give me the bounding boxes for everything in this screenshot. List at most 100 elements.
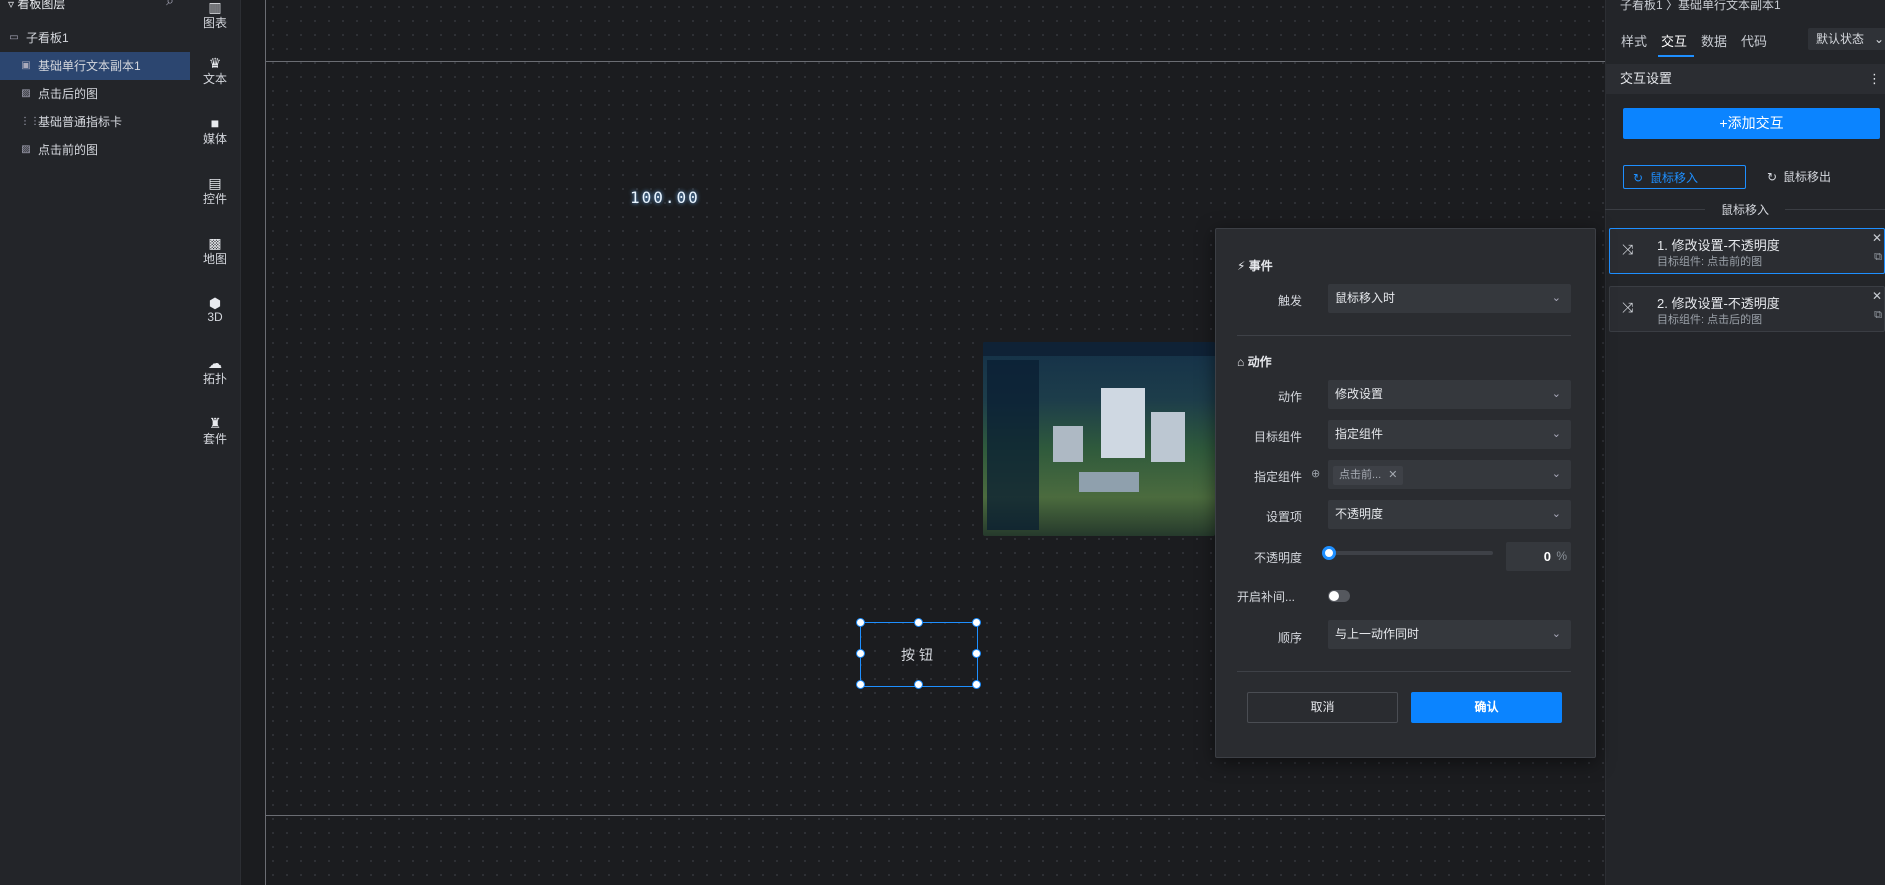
trigger-select[interactable]: 鼠标移入时 ⌄ [1328, 284, 1571, 313]
tween-label: 开启补间... [1237, 590, 1296, 604]
image-building [1079, 472, 1139, 492]
trigger-label: 触发 [1277, 294, 1302, 308]
chevron-down-icon: ⌄ [1551, 508, 1561, 520]
tab-code[interactable]: 代码 [1741, 31, 1767, 50]
control-icon: ▤ [208, 175, 222, 191]
copy-icon[interactable]: ⧉ [1874, 309, 1882, 322]
component-map[interactable]: ▩ 地图 [190, 236, 240, 267]
opacity-slider-handle[interactable] [1322, 546, 1336, 560]
component-suite[interactable]: ♜ 套件 [190, 416, 240, 447]
active-tab-indicator [1658, 55, 1694, 57]
map-icon: ▩ [208, 235, 222, 251]
tween-toggle[interactable] [1328, 590, 1350, 602]
close-icon[interactable]: ✕ [1872, 231, 1882, 245]
resize-handle[interactable] [914, 680, 923, 689]
layer-item-group[interactable]: ▭ 子看板1 [0, 24, 190, 52]
target-select[interactable]: 指定组件 ⌄ [1328, 420, 1571, 449]
state-select[interactable]: 默认状态 ⌄ [1808, 28, 1885, 50]
event-group-label: 鼠标移入 [1605, 201, 1885, 218]
component-bar: ▥ 图表 ♛ 文本 ■ 媒体 ▤ 控件 ▩ 地图 ⬢ 3D ☁ 拓扑 ♜ 套件 [190, 0, 241, 885]
action-section-title: ⌂ 动作 [1237, 355, 1272, 369]
chart-icon: ▥ [208, 0, 222, 15]
text-icon: ▣ [21, 60, 31, 71]
event-tab-mouse-out[interactable]: ↻ 鼠标移出 [1767, 165, 1831, 189]
resize-handle[interactable] [856, 680, 865, 689]
topology-icon: ☁ [208, 355, 222, 371]
component-3d[interactable]: ⬢ 3D [190, 296, 240, 324]
action-card[interactable]: ⤨ 1. 修改设置-不透明度 目标组件: 点击前的图 ✕ ⧉ [1609, 228, 1885, 274]
pointer-icon: ↻ [1767, 170, 1778, 184]
text-icon: ♛ [208, 55, 222, 71]
image-building [1151, 412, 1185, 462]
resize-handle[interactable] [856, 649, 865, 658]
tab-data[interactable]: 数据 [1701, 31, 1727, 50]
layer-item-before-image[interactable]: ▨ 点击前的图 [0, 136, 190, 164]
search-icon[interactable]: ⌕ [166, 0, 174, 7]
add-interaction-button[interactable]: +添加交互 [1623, 108, 1880, 139]
component-text[interactable]: ♛ 文本 [190, 56, 240, 87]
event-section-title: ⚡ 事件 [1237, 259, 1273, 273]
opacity-slider-track[interactable] [1330, 551, 1493, 555]
cancel-button[interactable]: 取消 [1247, 692, 1398, 723]
component-chart[interactable]: ▥ 图表 [190, 0, 240, 31]
component-media[interactable]: ■ 媒体 [190, 116, 240, 147]
specified-label: 指定组件 [1253, 470, 1302, 484]
layers-header: ▿ 看板图层 ⌕ [0, 0, 190, 20]
image-header-bar [983, 342, 1215, 356]
component-tag[interactable]: 点击前... ✕ [1333, 466, 1404, 485]
component-topology[interactable]: ☁ 拓扑 [190, 356, 240, 387]
layers-collapse-icon[interactable]: ▿ [8, 0, 17, 11]
setting-label: 设置项 [1265, 510, 1302, 524]
tab-interaction[interactable]: 交互 [1661, 31, 1687, 50]
chevron-down-icon: ⌄ [1551, 292, 1561, 304]
layer-item-after-image[interactable]: ▨ 点击后的图 [0, 80, 190, 108]
metric-text[interactable]: 100.00 [630, 188, 700, 207]
action-icon: ⌂ [1237, 355, 1245, 369]
resize-handle[interactable] [972, 618, 981, 627]
vertical-ruler [241, 0, 266, 885]
component-control[interactable]: ▤ 控件 [190, 176, 240, 207]
tab-style[interactable]: 样式 [1621, 31, 1647, 50]
canvas-button[interactable]: 按钮 [860, 622, 978, 687]
action-select[interactable]: 修改设置 ⌄ [1328, 380, 1571, 409]
guide-line-bottom [266, 815, 1605, 816]
image-building [1101, 388, 1145, 458]
breadcrumb: 子看板1 〉基础单行文本副本1 [1620, 0, 1781, 12]
more-icon[interactable]: ⋮ [1868, 64, 1881, 94]
lightning-icon: ⚡ [1237, 259, 1246, 273]
resize-handle[interactable] [856, 618, 865, 627]
interaction-section-title: 交互设置 ⋮ [1605, 64, 1885, 94]
layer-item-text[interactable]: ▣ 基础单行文本副本1 [0, 52, 190, 80]
image-side-panel [987, 360, 1039, 530]
close-icon[interactable]: ✕ [1388, 469, 1397, 481]
dashboard-image[interactable] [983, 342, 1215, 536]
pointer-icon: ↻ [1633, 171, 1644, 185]
layer-item-metric[interactable]: ⋮⋮ 基础普通指标卡 [0, 108, 190, 136]
event-tab-mouse-in[interactable]: ↻ 鼠标移入 [1623, 165, 1746, 189]
opacity-input[interactable]: 0% [1506, 542, 1571, 571]
resize-handle[interactable] [914, 618, 923, 627]
chevron-down-icon: ⌄ [1551, 388, 1561, 400]
shuffle-icon: ⤨ [1622, 299, 1634, 315]
confirm-button[interactable]: 确认 [1411, 692, 1562, 723]
order-label: 顺序 [1277, 631, 1302, 645]
setting-select[interactable]: 不透明度 ⌄ [1328, 500, 1571, 529]
action-card[interactable]: ⤨ 2. 修改设置-不透明度 目标组件: 点击后的图 ✕ ⧉ [1609, 286, 1885, 332]
action-label: 动作 [1277, 390, 1302, 404]
image-icon: ▨ [21, 88, 31, 99]
image-icon: ▨ [21, 144, 31, 155]
close-icon[interactable]: ✕ [1872, 289, 1882, 303]
layers-panel: ▿ 看板图层 ⌕ ▭ 子看板1 ▣ 基础单行文本副本1 ▨ 点击后的图 ⋮⋮ 基础普通指… [0, 0, 191, 885]
section-divider [1237, 671, 1571, 672]
folder-icon: ▭ [9, 32, 19, 43]
shuffle-icon: ⤨ [1622, 241, 1634, 257]
guide-line-top [266, 61, 1605, 62]
layers-title: 看板图层 [17, 0, 66, 11]
locate-icon[interactable]: ⊕ [1311, 467, 1320, 480]
resize-handle[interactable] [972, 649, 981, 658]
chevron-down-icon: ⌄ [1551, 628, 1561, 640]
resize-handle[interactable] [972, 680, 981, 689]
target-label: 目标组件 [1253, 430, 1302, 444]
order-select[interactable]: 与上一动作同时 ⌄ [1328, 620, 1571, 649]
copy-icon[interactable]: ⧉ [1874, 251, 1882, 264]
